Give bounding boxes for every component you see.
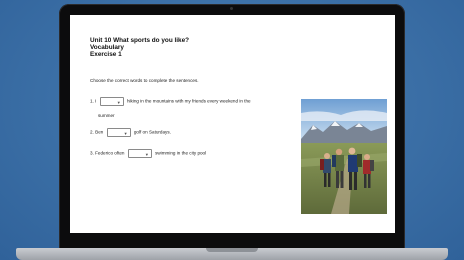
exercise-label: Exercise 1 xyxy=(90,51,122,59)
hikers-illustration xyxy=(301,99,387,214)
laptop-notch xyxy=(206,248,258,252)
question-text-after: hiking in the mountains with my friends … xyxy=(126,98,251,104)
question-text-after: golf on Saturdays. xyxy=(133,129,171,135)
question-text-before: Federico often xyxy=(95,150,125,156)
answer-dropdown-2[interactable]: ▼ xyxy=(106,128,131,137)
chevron-down-icon: ▼ xyxy=(123,131,128,136)
question-text-after: swimming in the city pool xyxy=(155,150,207,156)
question-text-before: I xyxy=(95,98,97,104)
chevron-down-icon: ▼ xyxy=(116,100,121,105)
question-2: 2. Ben ▼ golf on Saturdays. xyxy=(90,128,171,137)
chevron-down-icon: ▼ xyxy=(144,152,149,157)
hikers-photo xyxy=(301,99,387,214)
exercise-header: Unit 10 What sports do you like? Vocabul… xyxy=(90,37,189,59)
page-title: Unit 10 What sports do you like? xyxy=(90,37,190,44)
question-3: 3. Federico often ▼ swimming in the city… xyxy=(90,149,206,158)
question-number: 1. xyxy=(90,98,94,104)
laptop-screen: Unit 10 What sports do you like? Vocabul… xyxy=(70,15,395,233)
question-number: 2. xyxy=(90,129,94,135)
question-1-continuation: summer xyxy=(98,113,115,118)
answer-dropdown-3[interactable]: ▼ xyxy=(127,149,152,158)
webcam-icon xyxy=(230,7,233,10)
instructions: Choose the correct words to complete the… xyxy=(90,78,199,83)
question-text-before: Ben xyxy=(95,129,104,135)
section-title: Vocabulary xyxy=(90,44,124,52)
answer-dropdown-1[interactable]: ▼ xyxy=(99,97,124,106)
question-1: 1. I ▼ hiking in the mountains with my f… xyxy=(90,97,251,106)
question-number: 3. xyxy=(90,150,94,156)
